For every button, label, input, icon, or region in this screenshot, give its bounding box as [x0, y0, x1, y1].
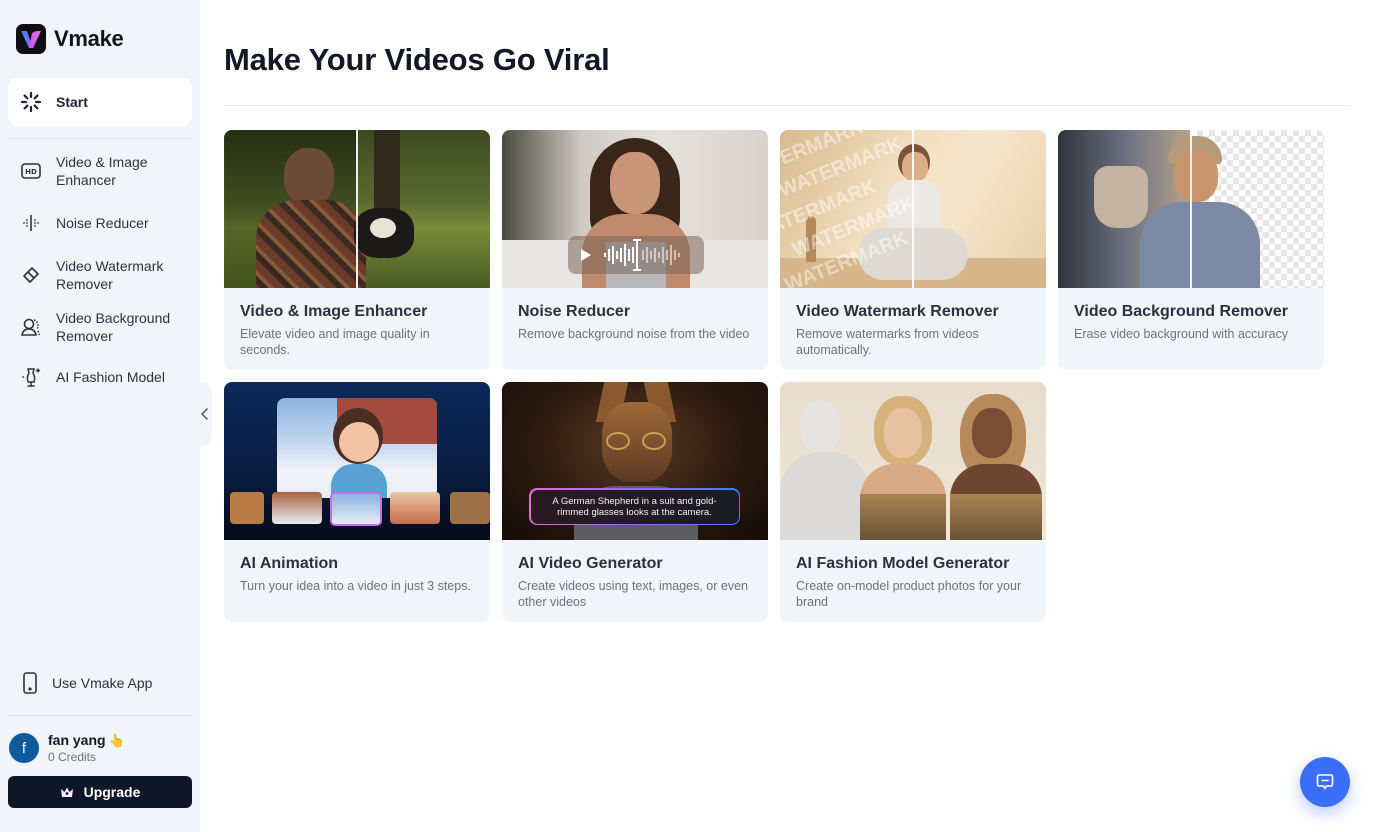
sidebar-item-label: Remover [56, 328, 113, 344]
card-title: Noise Reducer [518, 303, 631, 320]
svg-text:HD: HD [25, 168, 37, 176]
card-description: Create videos using text, images, or eve… [518, 579, 748, 609]
user-profile[interactable]: f fan yang 👆 0 Credits [9, 732, 125, 764]
prompt-overlay: A German Shepherd in a suit and gold-rim… [529, 488, 740, 525]
card-title: Video Watermark Remover [796, 303, 999, 320]
card-thumbnail: WATERMARK WATERMARK WATERMARK WATERMARK … [780, 130, 1046, 288]
compare-divider [356, 130, 358, 288]
card-description: Turn your idea into a video in just 3 st… [240, 579, 471, 593]
sidebar-item-label: AI Fashion Model [56, 369, 165, 385]
sidebar-item-label: Noise Reducer [56, 215, 149, 231]
card-title: AI Animation [240, 555, 339, 572]
play-icon [580, 248, 592, 262]
card-thumbnail: A German Shepherd in a suit and gold-rim… [502, 382, 768, 540]
eraser-icon [20, 264, 42, 286]
sidebar-item-label: Remover [56, 276, 113, 292]
tool-card-video-image-enhancer[interactable]: Video & Image Enhancer Elevate video and… [224, 130, 490, 370]
chevron-left-icon [200, 408, 208, 420]
card-thumbnail [224, 382, 490, 540]
tool-card-watermark-remover[interactable]: WATERMARK WATERMARK WATERMARK WATERMARK … [780, 130, 1046, 370]
app-name: Vmake [54, 26, 124, 51]
chat-bubble-icon [1316, 773, 1334, 791]
card-thumbnail [1058, 130, 1324, 288]
card-description: Elevate video and image quality in secon… [240, 327, 430, 357]
loading-spark-icon [20, 91, 42, 113]
sidebar-item-video-image-enhancer[interactable]: HD Video & Image Enhancer [8, 146, 192, 196]
sidebar-item-label: Enhancer [56, 172, 116, 188]
card-title: Video Background Remover [1074, 303, 1288, 320]
card-description: Create on-model product photos for your … [796, 579, 1022, 609]
sidebar-item-noise-reducer[interactable]: Noise Reducer [8, 206, 192, 240]
sidebar-item-label: Video Background [56, 310, 171, 326]
sidebar-item-label: Start [56, 94, 88, 110]
card-title: AI Video Generator [518, 555, 663, 572]
logo[interactable]: Vmake [16, 24, 124, 54]
avatar: f [9, 733, 39, 763]
sidebar-item-label: Video & Image [56, 154, 148, 170]
audio-waveform-overlay [568, 236, 704, 274]
card-thumbnail [224, 130, 490, 288]
tool-card-ai-animation[interactable]: AI Animation Turn your idea into a video… [224, 382, 490, 622]
sidebar-nav: HD Video & Image Enhancer Noise Reducer V… [8, 146, 192, 394]
card-description: Erase video background with accuracy [1074, 327, 1289, 341]
upgrade-button[interactable]: Upgrade [8, 776, 192, 808]
use-app-label: Use Vmake App [52, 675, 153, 691]
sidebar-item-ai-fashion-model[interactable]: AI Fashion Model [8, 360, 192, 394]
hd-icon: HD [20, 160, 42, 182]
waveform-icon [602, 238, 692, 272]
card-thumbnail [780, 382, 1046, 540]
page-title: Make Your Videos Go Viral [224, 42, 610, 77]
sidebar-divider [8, 138, 192, 139]
chat-support-button[interactable] [1300, 757, 1350, 807]
prompt-text: A German Shepherd in a suit and gold-rim… [530, 489, 739, 524]
waveform-icon [20, 212, 42, 234]
compare-divider [912, 130, 914, 288]
card-description: Remove background noise from the video [518, 327, 750, 341]
card-title: Video & Image Enhancer [240, 303, 428, 320]
vmake-logo-icon [16, 24, 46, 54]
sidebar: Vmake Start HD Video & Image Enhancer Noi… [0, 0, 200, 832]
tool-card-noise-reducer[interactable]: Noise Reducer Remove background noise fr… [502, 130, 768, 370]
sidebar-item-background-remover[interactable]: Video Background Remover [8, 302, 192, 352]
card-description: Remove watermarks from videos automatica… [796, 327, 979, 357]
phone-icon [22, 672, 38, 694]
upgrade-label: Upgrade [83, 784, 141, 800]
tool-card-ai-video-generator[interactable]: A German Shepherd in a suit and gold-rim… [502, 382, 768, 622]
mannequin-icon [20, 366, 42, 388]
title-divider [224, 105, 1351, 106]
sidebar-item-start[interactable]: Start [8, 78, 192, 126]
sidebar-divider [8, 715, 192, 716]
sidebar-item-watermark-remover[interactable]: Video Watermark Remover [8, 250, 192, 300]
collapse-sidebar-button[interactable] [196, 382, 212, 446]
user-badge-emoji: 👆 [108, 733, 125, 748]
compare-divider [1190, 130, 1192, 288]
card-thumbnail [502, 130, 768, 288]
user-name: fan yang [48, 732, 106, 748]
card-title: AI Fashion Model Generator [796, 555, 1010, 572]
credits-count: 0 Credits [48, 750, 97, 764]
tool-card-background-remover[interactable]: Video Background Remover Erase video bac… [1058, 130, 1324, 370]
use-vmake-app-button[interactable]: Use Vmake App [8, 666, 192, 700]
sidebar-item-label: Video Watermark [56, 258, 164, 274]
crown-icon [60, 786, 74, 798]
tool-card-ai-fashion-model-generator[interactable]: AI Fashion Model Generator Create on-mod… [780, 382, 1046, 622]
person-cutout-icon [20, 316, 42, 338]
